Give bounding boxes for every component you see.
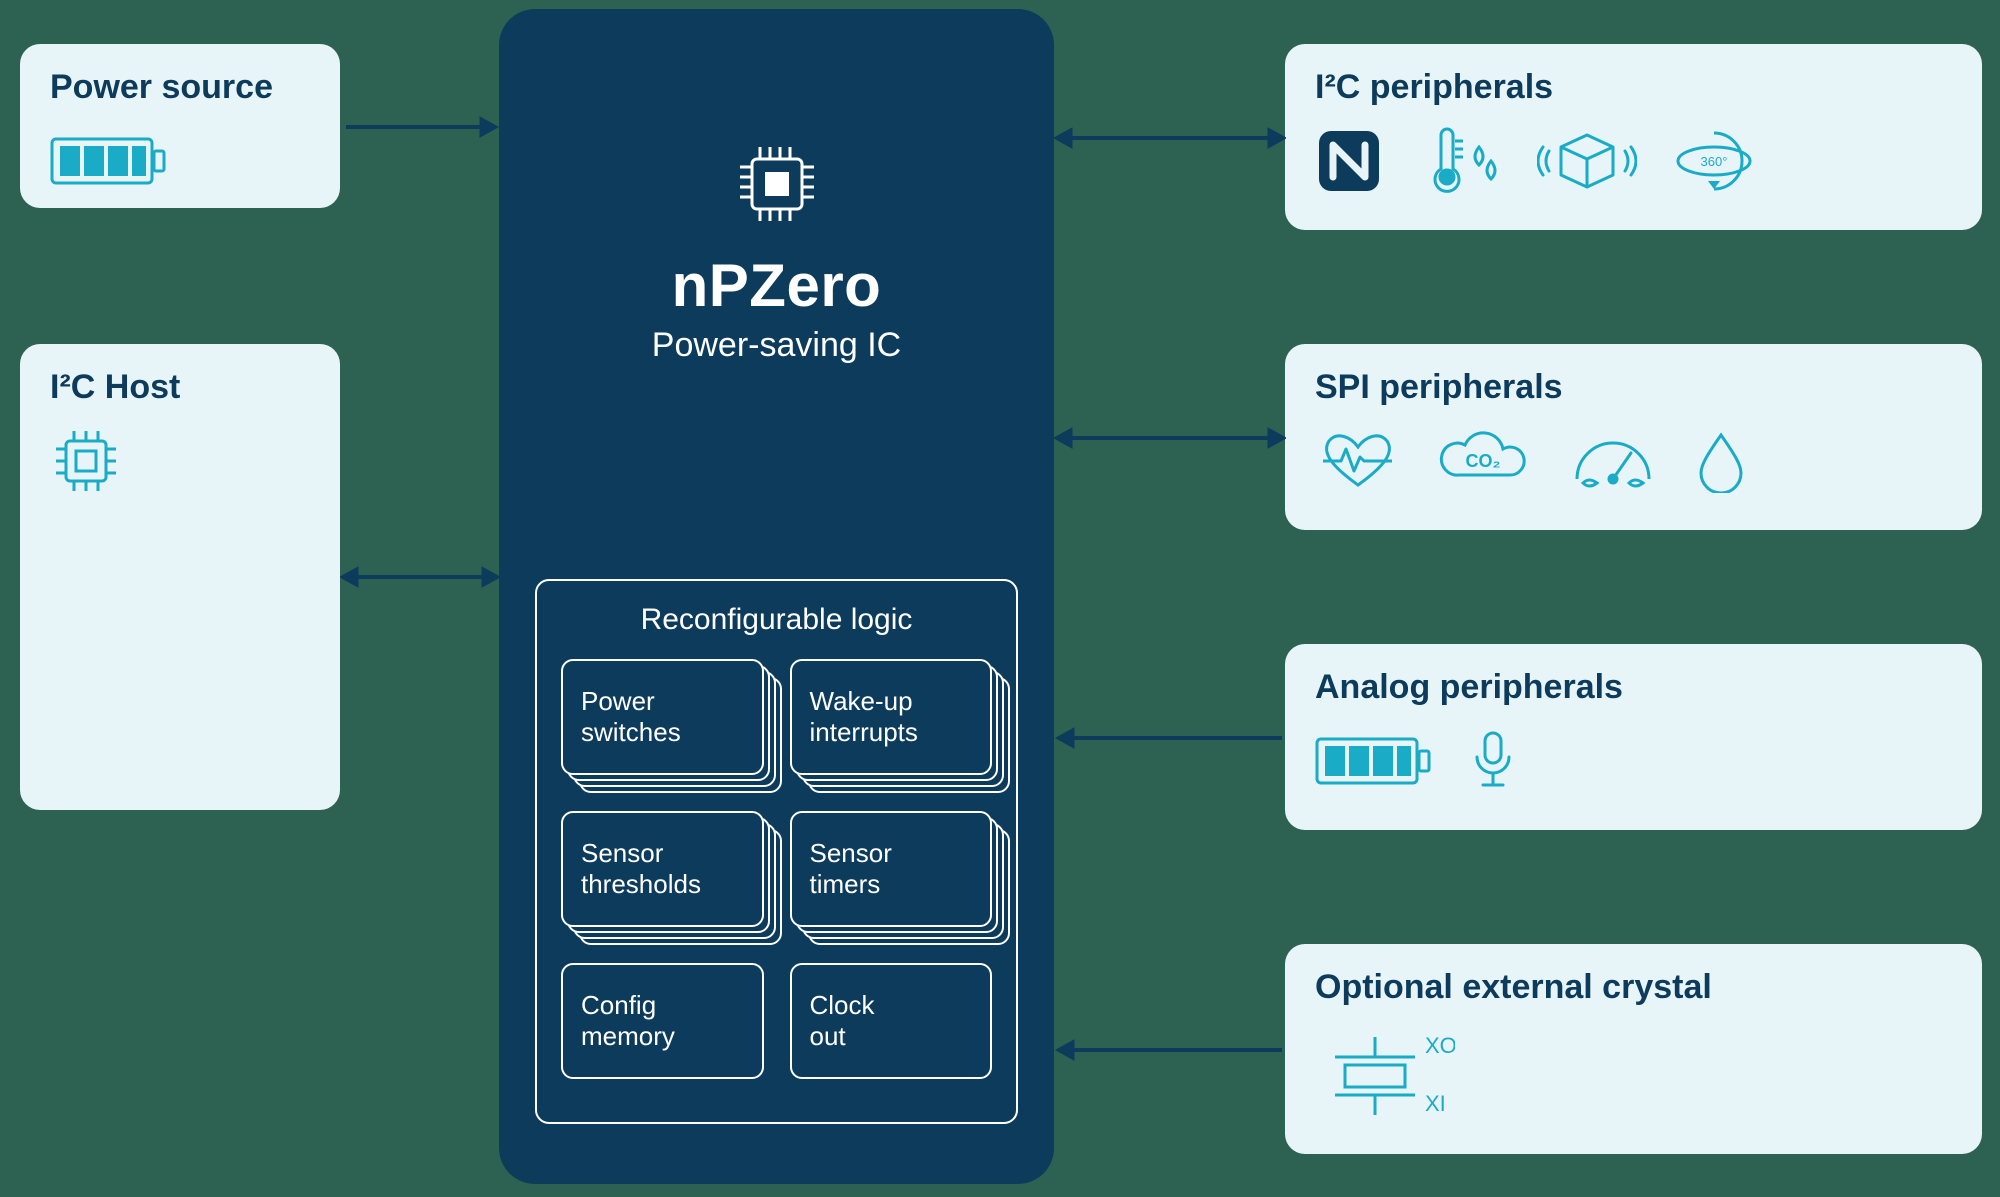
svg-text:CO₂: CO₂: [1466, 451, 1501, 471]
logic-cell: Sensor timers: [790, 811, 993, 927]
crystal-card: Optional external crystal XO XI: [1285, 944, 1982, 1154]
logic-cell: Clock out: [790, 963, 993, 1079]
center-npzero-block: nPZero Power-saving IC Reconfigurable lo…: [499, 9, 1054, 1184]
heartrate-icon: [1315, 429, 1401, 493]
power-source-card: Power source: [20, 44, 340, 208]
arrow-power-to-center: [340, 112, 500, 142]
i2c-peripherals-card: I²C peripherals: [1285, 44, 1982, 230]
chip-icon: [732, 139, 822, 229]
crystal-title: Optional external crystal: [1315, 968, 1952, 1007]
arrow-host-to-center: [340, 562, 500, 592]
svg-text:360°: 360°: [1701, 154, 1728, 169]
crystal-xo-label: XO: [1425, 1033, 1455, 1058]
battery-icon: [50, 125, 170, 197]
arrow-crystal-to-center: [1054, 1035, 1286, 1065]
arrow-center-to-i2c: [1054, 123, 1286, 153]
arrow-center-to-spi: [1054, 423, 1286, 453]
logic-cell-label: Sensor thresholds: [581, 838, 701, 900]
power-source-title: Power source: [50, 68, 310, 107]
water-drop-icon: [1693, 429, 1749, 493]
crystal-xi-label: XI: [1425, 1091, 1446, 1116]
logic-cell-label: Config memory: [581, 990, 675, 1052]
rotation-360-icon: 360°: [1669, 127, 1759, 195]
logic-cell: Config memory: [561, 963, 764, 1079]
logic-cell-label: Sensor timers: [810, 838, 892, 900]
vibration-package-icon: [1537, 127, 1637, 195]
center-title: nPZero: [672, 251, 882, 320]
logic-cell-label: Clock out: [810, 990, 875, 1052]
reconfigurable-logic-box: Reconfigurable logic Power switches Wake-…: [535, 579, 1018, 1124]
microphone-icon: [1467, 727, 1519, 795]
logic-cell: Sensor thresholds: [561, 811, 764, 927]
temperature-humidity-icon: [1415, 127, 1505, 195]
logic-title: Reconfigurable logic: [561, 603, 992, 637]
logic-cell-label: Wake-up interrupts: [810, 686, 918, 748]
i2c-host-card: I²C Host: [20, 344, 340, 810]
logic-cell-label: Power switches: [581, 686, 681, 748]
air-quality-gauge-icon: [1565, 429, 1661, 493]
battery-icon: [1315, 733, 1435, 789]
spi-peripherals-card: SPI peripherals CO₂: [1285, 344, 1982, 530]
i2c-host-title: I²C Host: [50, 368, 310, 407]
analog-peripherals-title: Analog peripherals: [1315, 668, 1952, 707]
arrow-analog-to-center: [1054, 723, 1286, 753]
chip-icon: [50, 425, 122, 497]
spi-peripherals-title: SPI peripherals: [1315, 368, 1952, 407]
logic-cell: Wake-up interrupts: [790, 659, 993, 775]
i2c-peripherals-title: I²C peripherals: [1315, 68, 1952, 107]
crystal-icon: XO XI: [1315, 1025, 1455, 1135]
center-subtitle: Power-saving IC: [652, 326, 901, 365]
analog-peripherals-card: Analog peripherals: [1285, 644, 1982, 830]
logic-cell: Power switches: [561, 659, 764, 775]
co2-icon: CO₂: [1433, 429, 1533, 493]
nfc-icon: [1315, 127, 1383, 195]
